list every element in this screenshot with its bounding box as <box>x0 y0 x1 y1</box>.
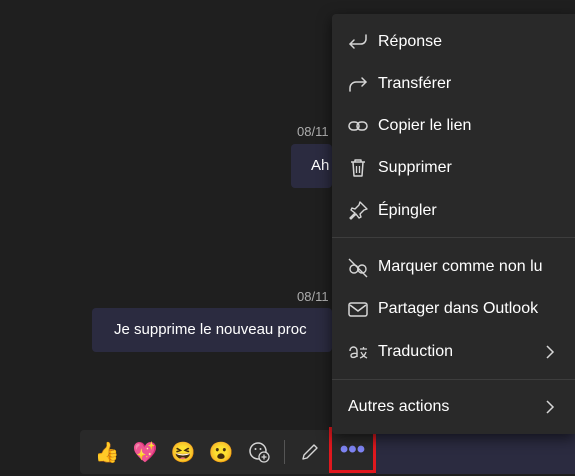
context-menu: Réponse Transférer Copier le lien Suppri… <box>332 14 575 434</box>
chevron-right-icon <box>545 399 555 415</box>
menu-item-translate[interactable]: Traduction <box>332 332 575 372</box>
menu-item-forward[interactable]: Transférer <box>332 64 575 104</box>
link-icon <box>346 114 370 138</box>
message-bubble[interactable]: Je supprime le nouveau proc <box>92 308 332 352</box>
mail-icon <box>346 297 370 321</box>
menu-item-label: Transférer <box>378 75 452 92</box>
menu-item-more-actions[interactable]: Autres actions <box>332 387 575 427</box>
menu-item-delete[interactable]: Supprimer <box>332 148 575 188</box>
menu-divider <box>332 379 575 380</box>
menu-item-label: Réponse <box>378 33 443 50</box>
mark-unread-icon <box>346 255 370 279</box>
message-text: Ah <box>311 157 330 174</box>
edit-icon[interactable] <box>291 433 329 471</box>
menu-item-label: Traduction <box>378 343 453 360</box>
reply-icon <box>346 30 370 54</box>
menu-item-label: Copier le lien <box>378 117 472 134</box>
message-bubble[interactable]: Ah <box>291 144 332 188</box>
menu-item-share-outlook[interactable]: Partager dans Outlook <box>332 289 575 329</box>
message-timestamp: 08/11 <box>297 289 329 304</box>
more-dots-icon: ••• <box>339 436 366 463</box>
message-timestamp: 08/11 <box>297 124 329 139</box>
menu-item-label: Épingler <box>378 202 437 219</box>
menu-item-label: Autres actions <box>348 398 450 415</box>
menu-item-label: Supprimer <box>378 159 452 176</box>
menu-item-label: Marquer comme non lu <box>378 258 543 275</box>
heart-icon[interactable]: 💖 <box>126 433 164 471</box>
surprised-face-icon[interactable]: 😮 <box>202 433 240 471</box>
translate-icon <box>346 340 370 364</box>
chevron-right-icon <box>545 344 555 360</box>
menu-item-copy-link[interactable]: Copier le lien <box>332 106 575 146</box>
forward-icon <box>346 72 370 96</box>
menu-item-label: Partager dans Outlook <box>378 300 539 317</box>
message-text: Je supprime le nouveau proc <box>114 321 307 338</box>
menu-item-mark-unread[interactable]: Marquer comme non lu <box>332 247 575 287</box>
laughing-face-icon[interactable]: 😆 <box>164 433 202 471</box>
message-bubble-tail <box>376 430 575 474</box>
pin-icon <box>346 199 370 223</box>
menu-item-reply[interactable]: Réponse <box>332 22 575 62</box>
trash-icon <box>346 156 370 180</box>
menu-divider <box>332 237 575 238</box>
thumbs-up-icon[interactable]: 👍 <box>88 433 126 471</box>
menu-item-pin[interactable]: Épingler <box>332 191 575 231</box>
add-reaction-icon[interactable] <box>240 433 278 471</box>
toolbar-divider <box>284 440 285 464</box>
